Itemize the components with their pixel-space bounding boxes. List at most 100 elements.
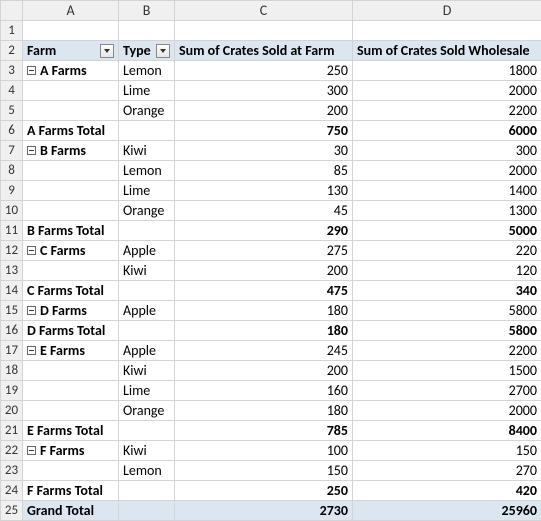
empty-cell[interactable] xyxy=(119,21,175,41)
empty-cell[interactable] xyxy=(23,381,119,401)
group-name-cell[interactable]: C Farms xyxy=(23,241,119,261)
empty-cell[interactable] xyxy=(23,101,119,121)
farm-value-cell[interactable]: 85 xyxy=(175,161,353,181)
farm-value-cell[interactable]: 200 xyxy=(175,101,353,121)
spreadsheet-grid[interactable]: ABCD12FarmTypeSum of Crates Sold at Farm… xyxy=(0,0,541,521)
subtotal-empty[interactable] xyxy=(119,481,175,501)
row-header-23[interactable]: 23 xyxy=(1,461,23,481)
subtotal-label-cell[interactable]: B Farms Total xyxy=(23,221,119,241)
row-header-24[interactable]: 24 xyxy=(1,481,23,501)
type-cell[interactable]: Lime xyxy=(119,181,175,201)
row-header-17[interactable]: 17 xyxy=(1,341,23,361)
farm-value-cell[interactable]: 200 xyxy=(175,361,353,381)
empty-cell[interactable] xyxy=(23,261,119,281)
empty-cell[interactable] xyxy=(353,21,541,41)
type-cell[interactable]: Apple xyxy=(119,341,175,361)
row-header-1[interactable]: 1 xyxy=(1,21,23,41)
subtotal-wholesale-cell[interactable]: 5800 xyxy=(353,321,541,341)
pivot-header-sum-farm[interactable]: Sum of Crates Sold at Farm xyxy=(175,41,353,61)
wholesale-value-cell[interactable]: 120 xyxy=(353,261,541,281)
wholesale-value-cell[interactable]: 2000 xyxy=(353,401,541,421)
filter-dropdown-farm-icon[interactable] xyxy=(100,44,114,58)
row-header-25[interactable]: 25 xyxy=(1,501,23,521)
farm-value-cell[interactable]: 200 xyxy=(175,261,353,281)
farm-value-cell[interactable]: 150 xyxy=(175,461,353,481)
farm-value-cell[interactable]: 250 xyxy=(175,61,353,81)
empty-cell[interactable] xyxy=(23,81,119,101)
subtotal-empty[interactable] xyxy=(119,121,175,141)
subtotal-label-cell[interactable]: A Farms Total xyxy=(23,121,119,141)
collapse-toggle-icon[interactable] xyxy=(27,246,36,255)
collapse-toggle-icon[interactable] xyxy=(27,346,36,355)
pivot-header-sum-wholesale[interactable]: Sum of Crates Sold Wholesale xyxy=(353,41,541,61)
collapse-toggle-icon[interactable] xyxy=(27,306,36,315)
filter-dropdown-type-icon[interactable] xyxy=(156,44,170,58)
wholesale-value-cell[interactable]: 2200 xyxy=(353,341,541,361)
subtotal-label-cell[interactable]: E Farms Total xyxy=(23,421,119,441)
row-header-5[interactable]: 5 xyxy=(1,101,23,121)
group-name-cell[interactable]: E Farms xyxy=(23,341,119,361)
pivot-header-farm[interactable]: Farm xyxy=(23,41,119,61)
subtotal-empty[interactable] xyxy=(119,321,175,341)
subtotal-wholesale-cell[interactable]: 5000 xyxy=(353,221,541,241)
wholesale-value-cell[interactable]: 300 xyxy=(353,141,541,161)
grand-total-wholesale-cell[interactable]: 25960 xyxy=(353,501,541,521)
row-header-22[interactable]: 22 xyxy=(1,441,23,461)
farm-value-cell[interactable]: 300 xyxy=(175,81,353,101)
column-header-D[interactable]: D xyxy=(353,1,541,21)
wholesale-value-cell[interactable]: 2200 xyxy=(353,101,541,121)
row-header-16[interactable]: 16 xyxy=(1,321,23,341)
subtotal-label-cell[interactable]: C Farms Total xyxy=(23,281,119,301)
type-cell[interactable]: Kiwi xyxy=(119,141,175,161)
empty-cell[interactable] xyxy=(23,461,119,481)
type-cell[interactable]: Orange xyxy=(119,101,175,121)
empty-cell[interactable] xyxy=(23,21,119,41)
row-header-6[interactable]: 6 xyxy=(1,121,23,141)
farm-value-cell[interactable]: 180 xyxy=(175,401,353,421)
row-header-3[interactable]: 3 xyxy=(1,61,23,81)
column-header-C[interactable]: C xyxy=(175,1,353,21)
grand-total-label-cell[interactable]: Grand Total xyxy=(23,501,119,521)
subtotal-farm-cell[interactable]: 180 xyxy=(175,321,353,341)
type-cell[interactable]: Lemon xyxy=(119,161,175,181)
wholesale-value-cell[interactable]: 2000 xyxy=(353,81,541,101)
farm-value-cell[interactable]: 180 xyxy=(175,301,353,321)
row-header-2[interactable]: 2 xyxy=(1,41,23,61)
group-name-cell[interactable]: B Farms xyxy=(23,141,119,161)
corner-cell[interactable] xyxy=(1,1,23,21)
wholesale-value-cell[interactable]: 150 xyxy=(353,441,541,461)
subtotal-empty[interactable] xyxy=(119,421,175,441)
type-cell[interactable]: Kiwi xyxy=(119,261,175,281)
column-header-A[interactable]: A xyxy=(23,1,119,21)
subtotal-empty[interactable] xyxy=(119,221,175,241)
collapse-toggle-icon[interactable] xyxy=(27,66,36,75)
type-cell[interactable]: Apple xyxy=(119,301,175,321)
row-header-8[interactable]: 8 xyxy=(1,161,23,181)
row-header-13[interactable]: 13 xyxy=(1,261,23,281)
farm-value-cell[interactable]: 160 xyxy=(175,381,353,401)
wholesale-value-cell[interactable]: 1800 xyxy=(353,61,541,81)
row-header-21[interactable]: 21 xyxy=(1,421,23,441)
row-header-14[interactable]: 14 xyxy=(1,281,23,301)
wholesale-value-cell[interactable]: 1500 xyxy=(353,361,541,381)
type-cell[interactable]: Lemon xyxy=(119,61,175,81)
type-cell[interactable]: Kiwi xyxy=(119,441,175,461)
farm-value-cell[interactable]: 45 xyxy=(175,201,353,221)
empty-cell[interactable] xyxy=(175,21,353,41)
grand-total-farm-cell[interactable]: 2730 xyxy=(175,501,353,521)
wholesale-value-cell[interactable]: 5800 xyxy=(353,301,541,321)
subtotal-label-cell[interactable]: D Farms Total xyxy=(23,321,119,341)
wholesale-value-cell[interactable]: 1400 xyxy=(353,181,541,201)
subtotal-farm-cell[interactable]: 290 xyxy=(175,221,353,241)
type-cell[interactable]: Apple xyxy=(119,241,175,261)
farm-value-cell[interactable]: 100 xyxy=(175,441,353,461)
subtotal-wholesale-cell[interactable]: 420 xyxy=(353,481,541,501)
farm-value-cell[interactable]: 130 xyxy=(175,181,353,201)
group-name-cell[interactable]: A Farms xyxy=(23,61,119,81)
subtotal-farm-cell[interactable]: 750 xyxy=(175,121,353,141)
subtotal-empty[interactable] xyxy=(119,281,175,301)
subtotal-farm-cell[interactable]: 250 xyxy=(175,481,353,501)
subtotal-farm-cell[interactable]: 475 xyxy=(175,281,353,301)
empty-cell[interactable] xyxy=(23,161,119,181)
group-name-cell[interactable]: D Farms xyxy=(23,301,119,321)
